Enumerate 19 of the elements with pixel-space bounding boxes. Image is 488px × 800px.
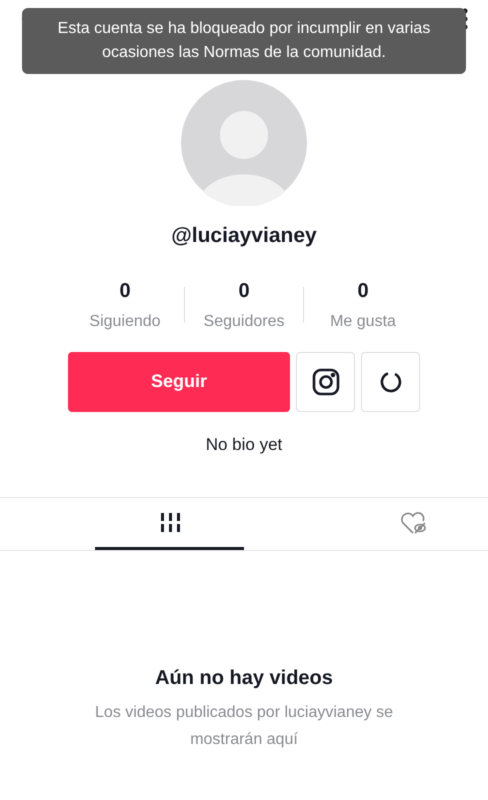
stat-label: Seguidores xyxy=(204,312,284,332)
username: @luciayvianey xyxy=(171,223,317,249)
stat-label: Me gusta xyxy=(330,312,396,332)
stat-value: 0 xyxy=(119,278,131,304)
instagram-button[interactable] xyxy=(296,352,355,412)
more-button[interactable] xyxy=(361,352,420,412)
bio-text: No bio yet xyxy=(206,434,282,456)
heart-hidden-icon xyxy=(400,512,428,536)
refresh-icon xyxy=(378,370,402,394)
avatar-icon xyxy=(181,80,307,206)
toast: Esta cuenta se ha bloqueado por incumplir en varias ocasiones las Normas de la comunidad. xyxy=(22,8,466,74)
grid-icon xyxy=(158,512,180,532)
instagram-icon xyxy=(312,368,340,396)
empty-message: Los videos publicados por luciayvianey se mostrarán aquí xyxy=(94,703,394,750)
stat-label: Siguiendo xyxy=(89,312,161,332)
empty-title: Aún no hay videos xyxy=(155,666,333,691)
follow-button[interactable]: Seguir xyxy=(68,352,290,412)
stat-value: 0 xyxy=(238,278,250,304)
stat-value: 0 xyxy=(357,278,369,304)
